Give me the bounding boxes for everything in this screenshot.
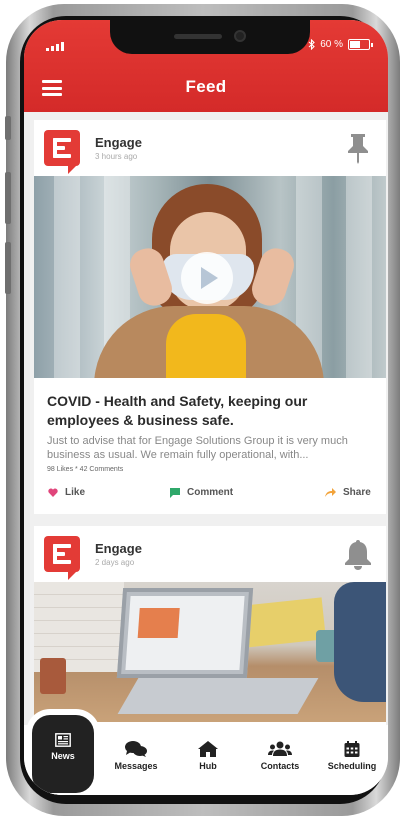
- post-header: Engage 3 hours ago: [34, 120, 386, 176]
- post-author[interactable]: Engage: [95, 135, 142, 150]
- phone-screen: 60 % Feed Engage 3 hours ago COVID - Hea…: [24, 20, 388, 795]
- post-image[interactable]: [34, 582, 386, 722]
- earpiece-speaker: [174, 34, 222, 39]
- people-icon: [268, 741, 292, 756]
- feed-post[interactable]: Engage 3 hours ago COVID - Health and Sa…: [34, 120, 386, 514]
- like-label: Like: [65, 487, 86, 498]
- post-excerpt: Just to advise that for Engage Solutions…: [47, 435, 348, 461]
- nav-label: Contacts: [260, 761, 300, 771]
- like-button[interactable]: Like: [48, 487, 85, 498]
- play-button[interactable]: [181, 252, 233, 304]
- share-label: Share: [343, 487, 371, 498]
- bottom-navigation: News Messages Hub Contacts Scheduling: [24, 715, 388, 795]
- battery-fill: [350, 41, 360, 48]
- engage-logo: [44, 130, 80, 174]
- nav-item-scheduling[interactable]: Scheduling: [316, 741, 388, 771]
- post-time: 2 days ago: [95, 558, 135, 567]
- calendar-icon: [344, 741, 360, 757]
- volume-down-button: [5, 242, 11, 294]
- nav-label: Messages: [114, 761, 158, 771]
- nav-label: Hub: [199, 761, 217, 771]
- share-arrow-icon: [325, 488, 336, 497]
- comment-button[interactable]: Comment: [170, 487, 233, 498]
- phone-notch: [110, 20, 310, 54]
- battery-icon: [348, 39, 373, 50]
- app-header: 60 % Feed: [24, 20, 388, 112]
- bluetooth-icon: [308, 39, 316, 50]
- feed-post[interactable]: Engage 2 days ago: [34, 526, 386, 726]
- chat-bubbles-icon: [125, 741, 147, 757]
- bell-icon[interactable]: [344, 538, 372, 570]
- newspaper-icon: [55, 733, 71, 747]
- comment-label: Comment: [187, 487, 234, 498]
- page-title: Feed: [185, 77, 227, 96]
- front-camera: [234, 30, 246, 42]
- engage-logo: [44, 536, 80, 580]
- post-video-thumbnail[interactable]: [34, 176, 386, 378]
- mute-switch: [5, 116, 11, 140]
- nav-item-news[interactable]: News: [32, 715, 94, 793]
- post-header: Engage 2 days ago: [34, 526, 386, 582]
- nav-item-hub[interactable]: Hub: [172, 741, 244, 771]
- comment-icon: [170, 487, 180, 498]
- home-icon: [198, 741, 218, 757]
- heart-icon: [48, 488, 58, 497]
- nav-item-contacts[interactable]: Contacts: [244, 741, 316, 771]
- signal-strength-icon: [46, 42, 64, 51]
- post-author[interactable]: Engage: [95, 541, 142, 556]
- post-time: 3 hours ago: [95, 152, 138, 161]
- volume-up-button: [5, 172, 11, 224]
- post-title[interactable]: COVID - Health and Safety, keeping our e…: [34, 378, 386, 430]
- battery-percent: 60 %: [320, 39, 343, 50]
- share-button[interactable]: Share: [325, 487, 371, 498]
- post-actions: Like Comment Share: [34, 473, 386, 513]
- nav-item-messages[interactable]: Messages: [100, 741, 172, 771]
- nav-label: Scheduling: [327, 761, 377, 771]
- pin-icon[interactable]: [346, 132, 370, 164]
- nav-label: News: [51, 751, 75, 761]
- status-right: 60 %: [308, 39, 373, 50]
- post-stats[interactable]: 98 Likes * 42 Comments: [34, 462, 386, 473]
